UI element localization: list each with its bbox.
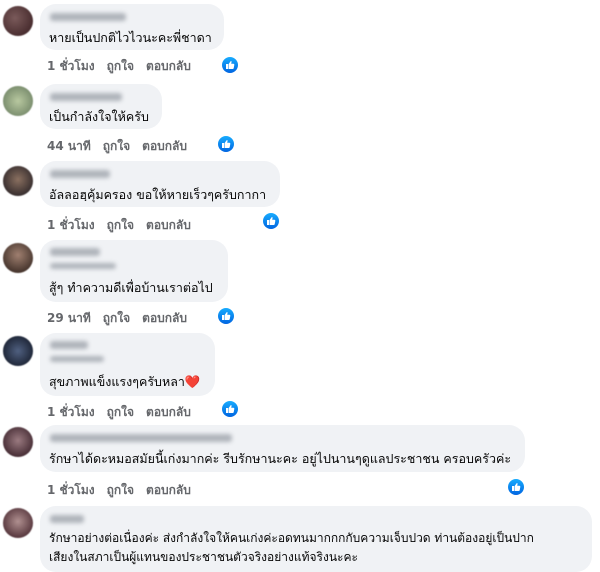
avatar[interactable]: [3, 6, 33, 36]
like-icon[interactable]: [263, 213, 279, 229]
comment-text-line: เสียงในสภาเป็นผู้แทนของประชาชนตัวจริงอย่…: [49, 550, 358, 564]
comment-actions: 1 ชั่วโมง ถูกใจ ตอบกลับ: [47, 216, 203, 232]
reply-button[interactable]: ตอบกลับ: [146, 218, 191, 232]
comment-bubble: สู้ๆ ทำความดีเพื่อบ้านเราต่อไป: [40, 240, 228, 302]
like-icon[interactable]: [218, 136, 234, 152]
commenter-name[interactable]: [50, 434, 232, 442]
commenter-name[interactable]: [50, 93, 122, 101]
commenter-name[interactable]: [50, 341, 88, 349]
avatar[interactable]: [3, 336, 33, 366]
heart-emoji: ❤️: [184, 374, 201, 389]
commenter-name[interactable]: [50, 13, 126, 21]
avatar[interactable]: [3, 508, 33, 538]
comment-actions: 1 ชั่วโมง ถูกใจ ตอบกลับ: [47, 403, 203, 419]
comment-text: รักษาได้ดะหมอสมัยนี้เก่งมากค่ะ รีบรักษาน…: [49, 451, 512, 466]
reply-button[interactable]: ตอบกลับ: [142, 139, 187, 153]
comment-text-line: รักษาอย่างต่อเนื่องค่ะ ส่งกำลังใจให้คนเก…: [49, 531, 534, 545]
avatar[interactable]: [3, 243, 33, 273]
avatar[interactable]: [3, 86, 33, 116]
like-button[interactable]: ถูกใจ: [107, 483, 134, 497]
comment-bubble: สุขภาพแข็งแรงๆครับหลา❤️: [40, 333, 215, 396]
comment-bubble: อัลลอฮฺคุ้มครอง ขอให้หายเร็วๆครับกากา: [40, 161, 280, 207]
like-icon[interactable]: [508, 479, 524, 495]
comment-time[interactable]: 1 ชั่วโมง: [47, 405, 95, 419]
reply-button[interactable]: ตอบกลับ: [142, 311, 187, 325]
comment-text: สุขภาพแข็งแรงๆครับหลา❤️: [49, 374, 201, 389]
comment-text: เป็นกำลังใจให้ครับ: [49, 109, 149, 124]
like-button[interactable]: ถูกใจ: [107, 59, 134, 73]
commenter-name[interactable]: [50, 248, 100, 256]
comment-text: หายเป็นปกติไวไวนะคะพี่ชาดา: [49, 30, 212, 45]
comment-time[interactable]: 44 นาที: [47, 139, 91, 153]
comment-time[interactable]: 29 นาที: [47, 311, 91, 325]
commenter-name[interactable]: [50, 170, 110, 178]
comment-text: รักษาอย่างต่อเนื่องค่ะ ส่งกำลังใจให้คนเก…: [49, 529, 584, 567]
like-button[interactable]: ถูกใจ: [103, 311, 130, 325]
like-button[interactable]: ถูกใจ: [107, 218, 134, 232]
reply-button[interactable]: ตอบกลับ: [146, 483, 191, 497]
like-button[interactable]: ถูกใจ: [107, 405, 134, 419]
comment-text: สู้ๆ ทำความดีเพื่อบ้านเราต่อไป: [49, 280, 213, 295]
comment-actions: 1 ชั่วโมง ถูกใจ ตอบกลับ: [47, 57, 203, 73]
avatar[interactable]: [3, 166, 33, 196]
like-icon[interactable]: [222, 57, 238, 73]
comment-bubble: หายเป็นปกติไวไวนะคะพี่ชาดา: [40, 4, 224, 50]
reply-button[interactable]: ตอบกลับ: [146, 59, 191, 73]
comment-actions: 1 ชั่วโมง ถูกใจ ตอบกลับ: [47, 481, 203, 497]
like-icon[interactable]: [222, 401, 238, 417]
commenter-subtitle: [50, 263, 116, 269]
comment-actions: 29 นาที ถูกใจ ตอบกลับ: [47, 309, 199, 325]
comment-bubble: รักษาได้ดะหมอสมัยนี้เก่งมากค่ะ รีบรักษาน…: [40, 425, 525, 472]
comment-actions: 44 นาที ถูกใจ ตอบกลับ: [47, 137, 199, 153]
avatar[interactable]: [3, 427, 33, 457]
commenter-name[interactable]: [50, 515, 84, 523]
commenter-subtitle: [50, 356, 104, 362]
comment-text: อัลลอฮฺคุ้มครอง ขอให้หายเร็วๆครับกากา: [49, 187, 267, 202]
reply-button[interactable]: ตอบกลับ: [146, 405, 191, 419]
like-button[interactable]: ถูกใจ: [103, 139, 130, 153]
comment-bubble: รักษาอย่างต่อเนื่องค่ะ ส่งกำลังใจให้คนเก…: [40, 506, 592, 572]
comment-time[interactable]: 1 ชั่วโมง: [47, 218, 95, 232]
like-icon[interactable]: [218, 308, 234, 324]
comment-time[interactable]: 1 ชั่วโมง: [47, 59, 95, 73]
comment-bubble: เป็นกำลังใจให้ครับ: [40, 84, 162, 129]
comment-time[interactable]: 1 ชั่วโมง: [47, 483, 95, 497]
